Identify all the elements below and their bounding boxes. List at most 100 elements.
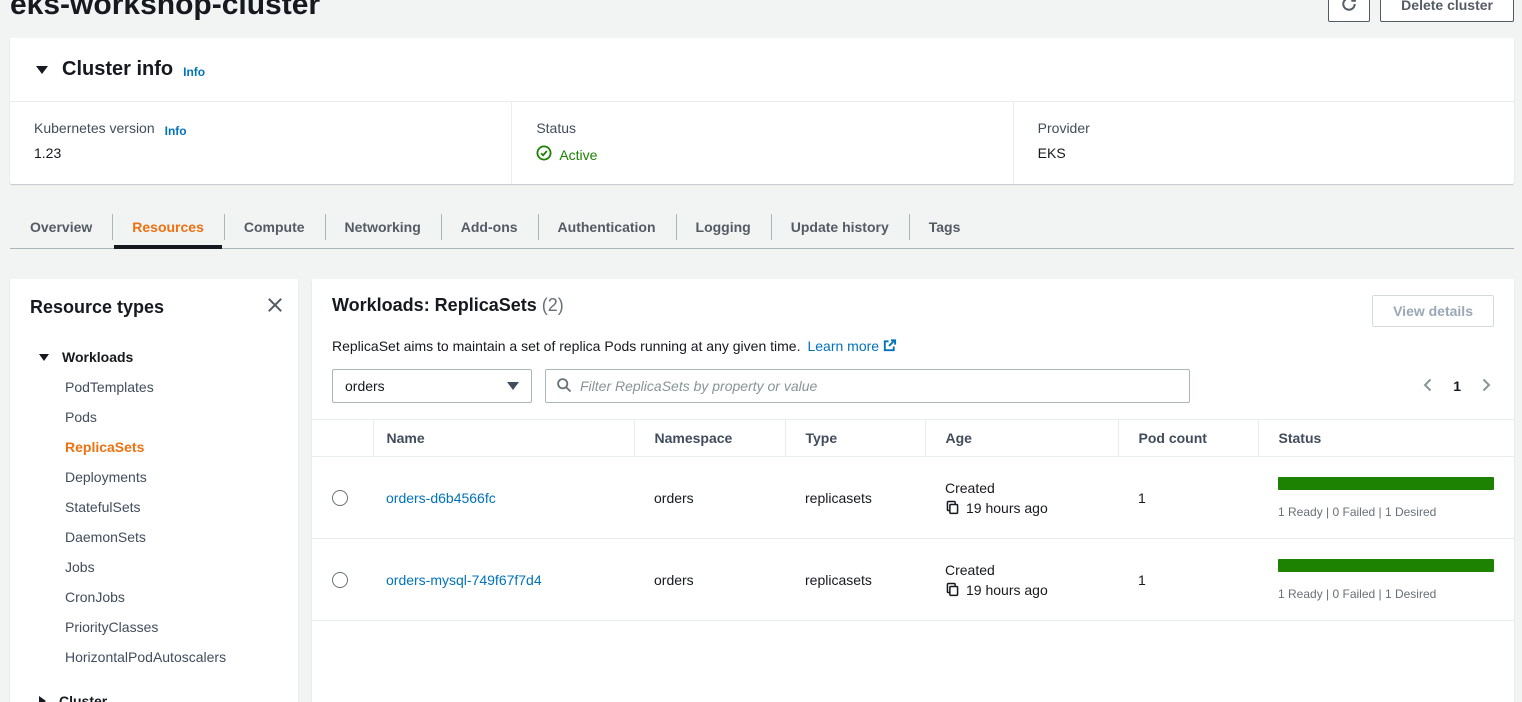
sidebar-item-jobs[interactable]: Jobs xyxy=(65,552,284,582)
tab-resources[interactable]: Resources xyxy=(112,206,224,248)
search-icon xyxy=(556,377,572,396)
sidebar-item-cronjobs[interactable]: CronJobs xyxy=(65,582,284,612)
sidebar-item-statefulsets[interactable]: StatefulSets xyxy=(65,492,284,522)
age-value: 19 hours ago xyxy=(966,500,1048,516)
collapse-caret-icon[interactable] xyxy=(36,66,48,74)
replicasets-panel: Workloads: ReplicaSets (2) View details … xyxy=(312,279,1514,702)
cluster-info-card: Cluster info Info Kubernetes versionInfo… xyxy=(10,38,1514,184)
cell-pod-count: 1 xyxy=(1118,457,1258,539)
status-field: Status Active xyxy=(511,102,1012,184)
filter-row: orders 1 xyxy=(312,369,1514,403)
view-details-button[interactable]: View details xyxy=(1372,295,1494,327)
refresh-icon xyxy=(1341,0,1357,15)
sidebar-item-replicasets[interactable]: ReplicaSets xyxy=(65,432,284,462)
search-input[interactable] xyxy=(580,378,1179,394)
age-created-label: Created xyxy=(945,480,1108,496)
cell-type: replicasets xyxy=(785,457,925,539)
cell-type: replicasets xyxy=(785,539,925,621)
replicaset-name-link[interactable]: orders-d6b4566fc xyxy=(386,490,496,506)
previous-page-button[interactable] xyxy=(1420,377,1436,396)
tab-compute[interactable]: Compute xyxy=(224,206,325,248)
kubernetes-version-field: Kubernetes versionInfo 1.23 xyxy=(10,102,511,184)
row-radio-button[interactable] xyxy=(332,490,348,506)
table-row: orders-d6b4566fc orders replicasets Crea… xyxy=(312,457,1514,539)
age-created-label: Created xyxy=(945,562,1108,578)
cell-namespace: orders xyxy=(634,539,785,621)
tab-logging[interactable]: Logging xyxy=(676,206,771,248)
column-header-namespace: Namespace xyxy=(634,420,785,457)
tab-overview[interactable]: Overview xyxy=(10,206,112,248)
cell-pod-count: 1 xyxy=(1118,539,1258,621)
tab-tags[interactable]: Tags xyxy=(909,206,981,248)
panel-header: Workloads: ReplicaSets (2) View details xyxy=(312,295,1514,327)
provider-field: Provider EKS xyxy=(1013,102,1514,184)
dropdown-caret-icon xyxy=(507,382,519,390)
row-radio-button[interactable] xyxy=(332,572,348,588)
sidebar-item-pods[interactable]: Pods xyxy=(65,402,284,432)
chevron-left-icon xyxy=(1420,377,1436,396)
next-page-button[interactable] xyxy=(1478,377,1494,396)
status-check-icon xyxy=(536,145,552,164)
status-value: Active xyxy=(536,145,988,164)
tab-add-ons[interactable]: Add-ons xyxy=(441,206,538,248)
sidebar-item-deployments[interactable]: Deployments xyxy=(65,462,284,492)
table-header-row: Name Namespace Type Age Pod count Status xyxy=(312,420,1514,457)
learn-more-link[interactable]: Learn more xyxy=(807,338,879,354)
caret-right-icon xyxy=(39,696,46,702)
copy-icon[interactable] xyxy=(945,582,960,597)
header-actions: Delete cluster xyxy=(1328,0,1514,22)
close-icon xyxy=(266,296,284,317)
tree-group-workloads[interactable]: Workloads xyxy=(30,342,284,372)
sidebar-item-podtemplates[interactable]: PodTemplates xyxy=(65,372,284,402)
namespace-filter-dropdown[interactable]: orders xyxy=(332,369,532,403)
kubernetes-version-value: 1.23 xyxy=(34,145,487,161)
refresh-button[interactable] xyxy=(1328,0,1370,22)
replicaset-name-link[interactable]: orders-mysql-749f67f7d4 xyxy=(386,572,542,588)
page: eks-workshop-cluster Delete cluster Clus… xyxy=(0,0,1522,702)
resource-types-title: Resource types xyxy=(30,297,284,318)
cell-age: Created 19 hours ago xyxy=(925,539,1118,621)
tab-bar: Overview Resources Compute Networking Ad… xyxy=(10,206,1514,249)
copy-icon[interactable] xyxy=(945,500,960,515)
select-column-header xyxy=(312,420,373,457)
result-count: (2) xyxy=(542,295,564,315)
tab-update-history[interactable]: Update history xyxy=(771,206,909,248)
external-link-icon xyxy=(882,340,897,356)
column-header-name: Name xyxy=(373,420,634,457)
column-header-age: Age xyxy=(925,420,1118,457)
sidebar-item-horizontalpodautoscalers[interactable]: HorizontalPodAutoscalers xyxy=(65,642,284,672)
panel-description: ReplicaSet aims to maintain a set of rep… xyxy=(312,336,1514,354)
provider-label: Provider xyxy=(1038,120,1490,136)
cell-status: 1 Ready | 0 Failed | 1 Desired xyxy=(1258,539,1514,621)
status-bar xyxy=(1278,559,1494,572)
status-bar xyxy=(1278,477,1494,490)
kubernetes-version-info-link[interactable]: Info xyxy=(165,124,187,138)
status-text: 1 Ready | 0 Failed | 1 Desired xyxy=(1278,587,1494,601)
search-box xyxy=(545,369,1190,403)
content-area: Resource types Workloads PodTemplates Po… xyxy=(10,279,1514,702)
delete-cluster-button[interactable]: Delete cluster xyxy=(1380,0,1514,22)
provider-value: EKS xyxy=(1038,145,1490,161)
cluster-info-link[interactable]: Info xyxy=(183,65,205,79)
close-panel-button[interactable] xyxy=(262,293,288,319)
tree-group-cluster[interactable]: Cluster xyxy=(30,686,284,702)
cell-age: Created 19 hours ago xyxy=(925,457,1118,539)
dropdown-value: orders xyxy=(345,378,385,394)
resource-tree: Workloads PodTemplates Pods ReplicaSets … xyxy=(30,342,284,702)
tab-authentication[interactable]: Authentication xyxy=(538,206,676,248)
cluster-info-header: Cluster info Info xyxy=(10,38,1514,102)
sidebar-item-priorityclasses[interactable]: PriorityClasses xyxy=(65,612,284,642)
pagination: 1 xyxy=(1420,377,1494,396)
kubernetes-version-label: Kubernetes versionInfo xyxy=(34,120,487,136)
sidebar-item-daemonsets[interactable]: DaemonSets xyxy=(65,522,284,552)
caret-down-icon xyxy=(39,354,49,361)
page-title: eks-workshop-cluster xyxy=(10,0,320,22)
chevron-right-icon xyxy=(1478,377,1494,396)
status-label: Status xyxy=(536,120,988,136)
column-header-type: Type xyxy=(785,420,925,457)
status-text: 1 Ready | 0 Failed | 1 Desired xyxy=(1278,505,1494,519)
panel-title: Workloads: ReplicaSets (2) xyxy=(332,295,564,316)
cluster-info-title: Cluster info xyxy=(62,58,173,81)
cell-status: 1 Ready | 0 Failed | 1 Desired xyxy=(1258,457,1514,539)
tab-networking[interactable]: Networking xyxy=(325,206,441,248)
